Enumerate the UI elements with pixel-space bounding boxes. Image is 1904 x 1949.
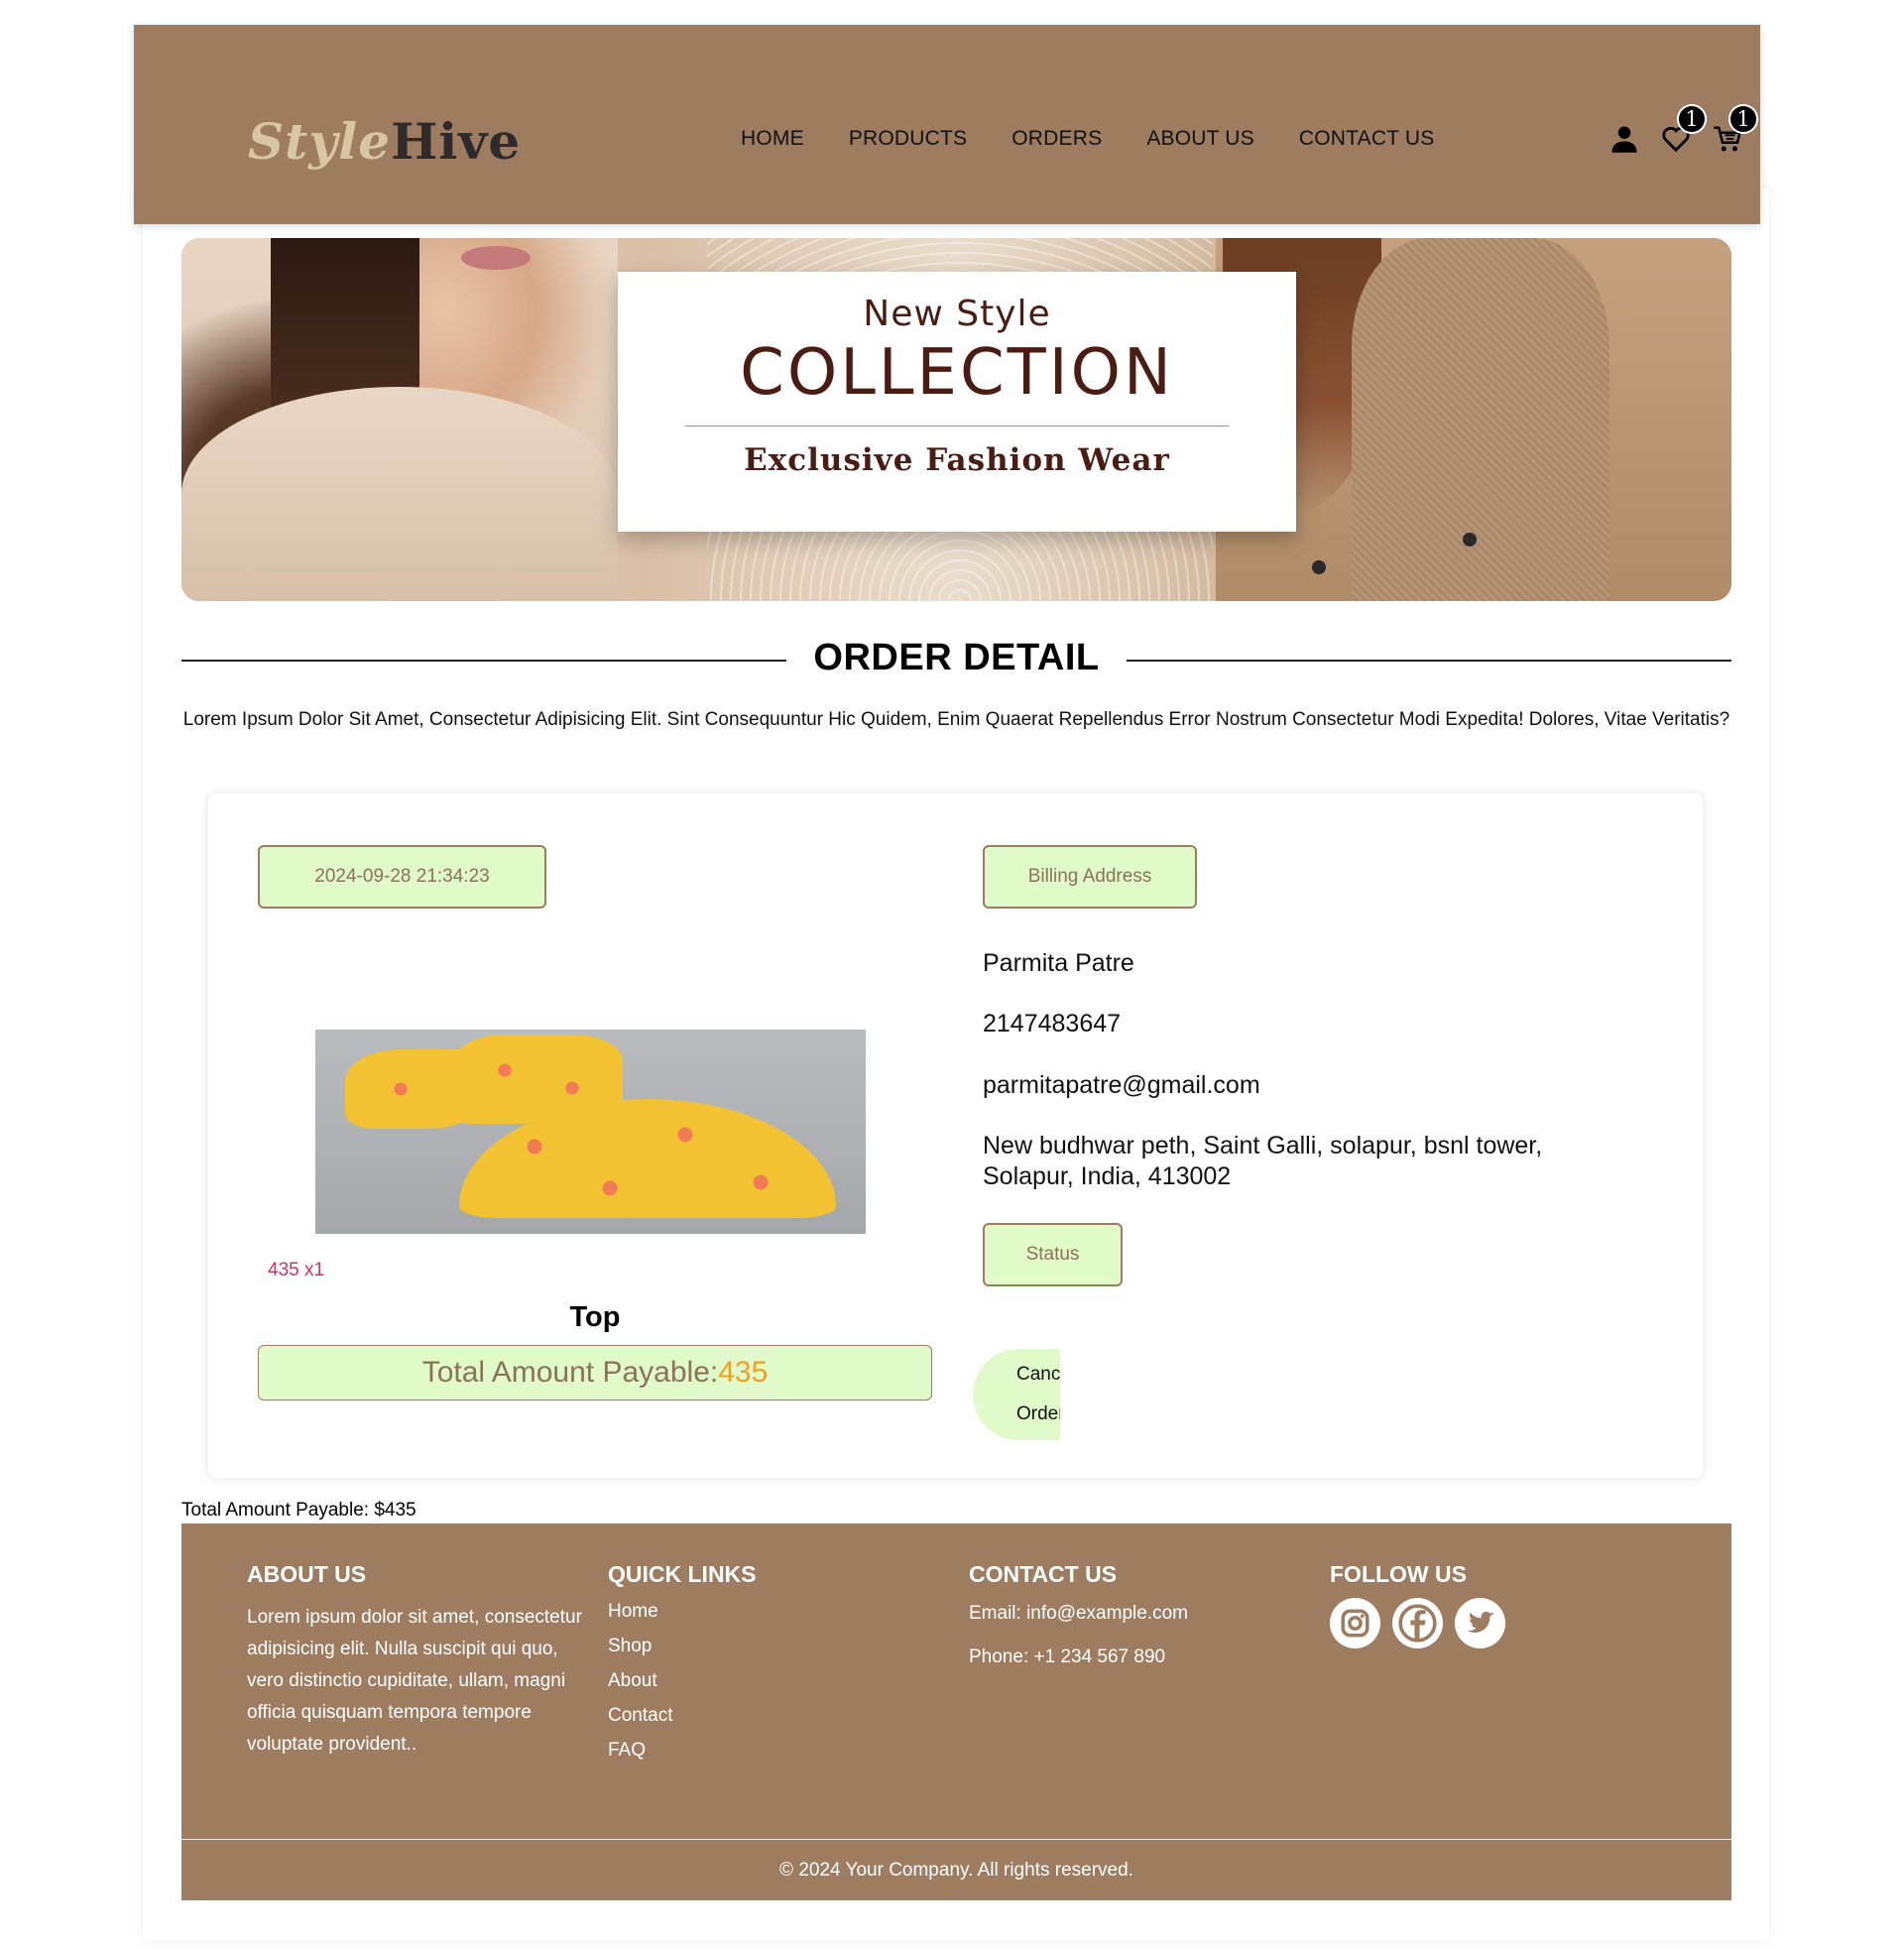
- cart-badge: 1: [1728, 104, 1758, 134]
- total-amount-label: Total Amount Payable:: [421, 1356, 719, 1389]
- hero-tagline: Exclusive Fashion Wear: [744, 442, 1170, 479]
- cancel-order-button[interactable]: Cancel Order: [973, 1349, 1060, 1440]
- order-card: 2024-09-28 21:34:23 435 x1 Top Total Amo…: [208, 793, 1703, 1478]
- billing-address-badge: Billing Address: [983, 845, 1197, 909]
- coat-button: [1463, 533, 1477, 547]
- hero-card: New Style COLLECTION Exclusive Fashion W…: [618, 272, 1296, 532]
- hero-shirt-left: [181, 387, 618, 601]
- cart-icon[interactable]: 1: [1713, 104, 1758, 154]
- heart-icon[interactable]: 1: [1661, 104, 1707, 154]
- footer-contact: CONTACT US Email: info@example.com Phone…: [969, 1561, 1188, 1679]
- logo-part-hive: Hive: [391, 112, 522, 171]
- cancel-label-line2: Order: [1016, 1403, 1060, 1424]
- page-title: ORDER DETAIL: [813, 637, 1100, 678]
- billing-address-line1: New budhwar peth, Saint Galli, solapur, …: [983, 1132, 1543, 1159]
- footer-link-home[interactable]: Home: [608, 1594, 757, 1629]
- heading-line-right: [1127, 660, 1731, 662]
- product-name: Top: [569, 1301, 621, 1333]
- hero-subtitle: New Style: [863, 294, 1051, 334]
- total-amount-value: 435: [718, 1356, 769, 1389]
- footer-about-text: Lorem ipsum dolor sit amet, consectetur …: [247, 1607, 582, 1755]
- logo-part-style: Style: [248, 112, 392, 171]
- copyright: © 2024 Your Company. All rights reserved…: [779, 1860, 1133, 1881]
- nav-products[interactable]: PRODUCTS: [849, 127, 967, 151]
- footer-about-title: ABOUT US: [247, 1561, 367, 1587]
- hero-banner: New Style COLLECTION Exclusive Fashion W…: [181, 238, 1731, 601]
- logo[interactable]: StyleHive: [248, 112, 521, 171]
- header-icons: 1 1: [1609, 104, 1758, 154]
- billing-phone: 2147483647: [983, 1010, 1122, 1037]
- footer-about: ABOUT US Lorem ipsum dolor sit amet, con…: [247, 1561, 584, 1761]
- section-description: Lorem Ipsum Dolor Sit Amet, Consectetur …: [182, 709, 1730, 730]
- footer-link-contact[interactable]: Contact: [608, 1698, 757, 1733]
- instagram-icon[interactable]: [1330, 1598, 1380, 1648]
- footer-follow-title: FOLLOW US: [1330, 1561, 1467, 1587]
- nav-home[interactable]: HOME: [741, 127, 804, 151]
- coat-button: [1312, 560, 1326, 574]
- footer-phone: Phone: +1 234 567 890: [969, 1646, 1166, 1667]
- footer-links-title: QUICK LINKS: [608, 1561, 757, 1587]
- summary-total: Total Amount Payable: $435: [181, 1500, 416, 1521]
- order-date-badge: 2024-09-28 21:34:23: [258, 845, 546, 909]
- footer-quick-links: QUICK LINKS Home Shop About Contact FAQ: [608, 1561, 757, 1767]
- footer-divider: [181, 1839, 1731, 1840]
- nav-orders[interactable]: ORDERS: [1012, 127, 1102, 151]
- nav-about-us[interactable]: ABOUT US: [1146, 127, 1254, 151]
- nav-contact-us[interactable]: CONTACT US: [1299, 127, 1435, 151]
- site-footer: ABOUT US Lorem ipsum dolor sit amet, con…: [181, 1523, 1731, 1900]
- main-nav: HOME PRODUCTS ORDERS ABOUT US CONTACT US: [741, 127, 1479, 151]
- cancel-label-line1: Cancel: [1016, 1364, 1060, 1385]
- total-amount-bar: Total Amount Payable: 435: [258, 1345, 932, 1401]
- wishlist-badge: 1: [1677, 104, 1707, 134]
- billing-address-line2: Solapur, India, 413002: [983, 1162, 1232, 1190]
- footer-email: Email: info@example.com: [969, 1603, 1188, 1624]
- footer-link-shop[interactable]: Shop: [608, 1629, 757, 1663]
- billing-name: Parmita Patre: [983, 949, 1134, 977]
- footer-link-about[interactable]: About: [608, 1663, 757, 1698]
- section-heading: ORDER DETAIL: [181, 635, 1731, 684]
- hero-lips: [461, 246, 531, 270]
- product-image[interactable]: [315, 1030, 866, 1234]
- twitter-icon[interactable]: [1455, 1598, 1505, 1648]
- billing-address: New budhwar peth, Saint Galli, solapur, …: [983, 1131, 1542, 1192]
- site-header: StyleHive HOME PRODUCTS ORDERS ABOUT US …: [134, 25, 1760, 224]
- footer-contact-title: CONTACT US: [969, 1561, 1118, 1587]
- product-quantity: 435 x1: [268, 1260, 325, 1280]
- hero-title: COLLECTION: [740, 336, 1174, 410]
- social-links: [1330, 1598, 1505, 1648]
- billing-email: parmitapatre@gmail.com: [983, 1071, 1260, 1099]
- status-badge: Status: [983, 1223, 1123, 1286]
- facebook-icon[interactable]: [1392, 1598, 1443, 1648]
- user-icon[interactable]: [1609, 124, 1639, 154]
- hero-coat: [1352, 238, 1609, 601]
- footer-link-faq[interactable]: FAQ: [608, 1733, 757, 1767]
- footer-follow: FOLLOW US: [1330, 1561, 1505, 1648]
